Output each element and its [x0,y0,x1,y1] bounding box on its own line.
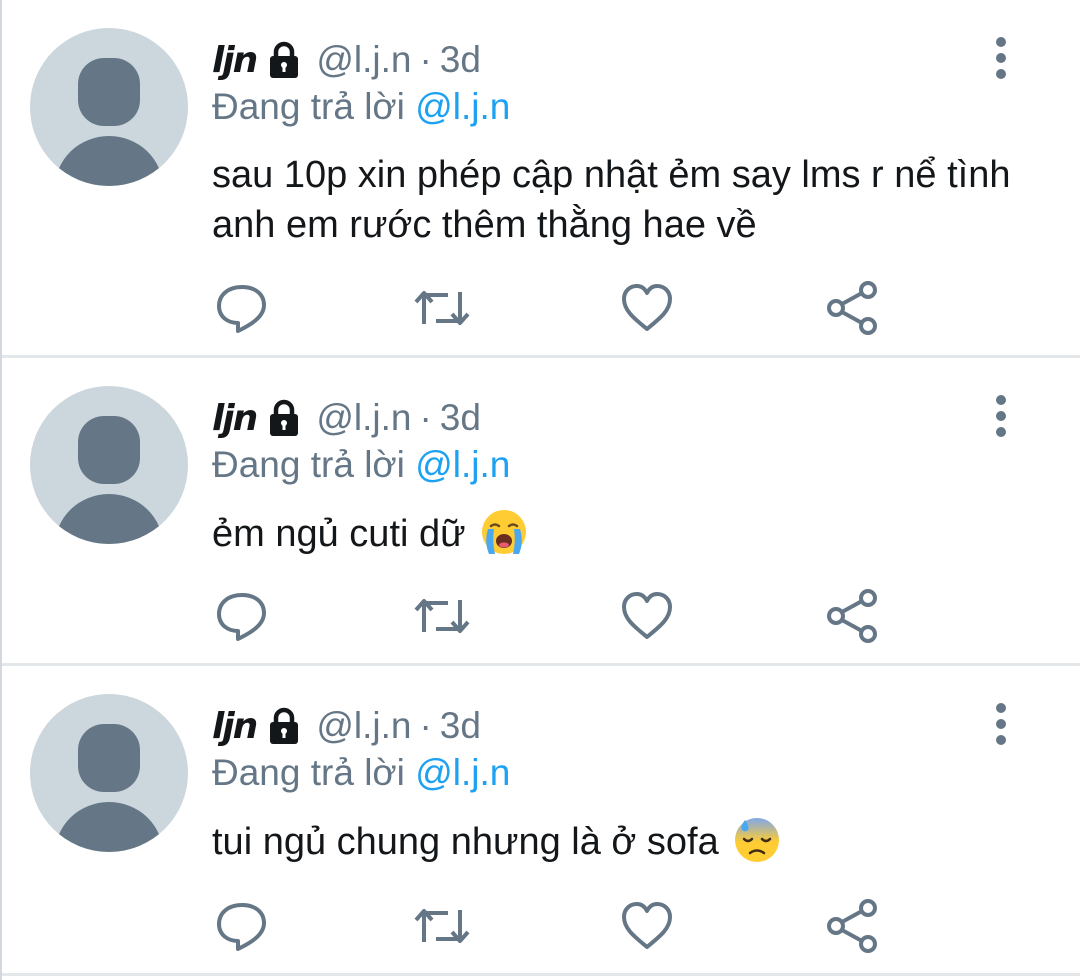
separator-dot: · [419,39,432,80]
share-icon[interactable] [822,278,882,338]
action-bar [212,278,892,338]
user-handle[interactable]: @l.j.n [316,39,411,81]
user-handle[interactable]: @l.j.n [316,705,411,747]
display-name[interactable]: ljn [212,706,258,747]
lock-icon [264,40,304,80]
tweet[interactable]: ljn @l.j.n · 3d Đang trả lời @l.j [2,666,1080,976]
tweet-header: ljn @l.j.n · 3d [212,702,481,750]
separator-dot: · [419,705,432,746]
replying-to-handle[interactable]: @l.j.n [415,752,510,793]
replying-to-label: Đang trả lời [212,444,405,485]
lock-icon [264,398,304,438]
default-avatar-icon [55,416,163,544]
tweet-text-content: tui ngủ chung nhưng là ở sofa [212,821,719,863]
display-name[interactable]: ljn [212,40,258,81]
tweet-text-content: sau 10p xin phép cập nhật ẻm say lms r n… [212,154,1011,246]
avatar[interactable] [30,386,188,544]
share-icon[interactable] [822,896,882,956]
replying-to-label: Đang trả lời [212,752,405,793]
avatar[interactable] [30,28,188,186]
more-vertical-icon[interactable] [987,36,1015,80]
separator-dot: · [419,397,432,438]
default-avatar-icon [55,58,163,186]
share-icon[interactable] [822,586,882,646]
heart-icon[interactable] [617,278,677,338]
reply-icon[interactable] [212,896,272,956]
display-name[interactable]: ljn [212,398,258,439]
reply-icon[interactable] [212,586,272,646]
downcast-face-with-sweat-icon [733,816,781,864]
tweet-text-content: ẻm ngủ cuti dữ [212,513,466,555]
more-vertical-icon[interactable] [987,702,1015,746]
action-bar [212,896,892,956]
tweet-text: tui ngủ chung nhưng là ở sofa [212,816,1032,867]
avatar[interactable] [30,694,188,852]
lock-icon [264,706,304,746]
more-vertical-icon[interactable] [987,394,1015,438]
replying-to-label: Đang trả lời [212,86,405,127]
replying-to-handle[interactable]: @l.j.n [415,86,510,127]
replying-to: Đang trả lời @l.j.n [212,752,510,794]
timestamp[interactable]: 3d [440,705,481,747]
tweet-header: ljn @l.j.n · 3d [212,36,481,84]
default-avatar-icon [55,724,163,852]
tweet[interactable]: ljn @l.j.n · 3d Đang trả lời @l.j [2,0,1080,358]
tweet[interactable]: ljn @l.j.n · 3d Đang trả lời @l.j [2,358,1080,666]
timestamp[interactable]: 3d [440,397,481,439]
heart-icon[interactable] [617,896,677,956]
tweet-feed: ljn @l.j.n · 3d Đang trả lời @l.j.n sau … [0,0,1080,980]
heart-icon[interactable] [617,586,677,646]
tweet-text: sau 10p xin phép cập nhật ẻm say lms r n… [212,150,1032,250]
tweet-text: ẻm ngủ cuti dữ [212,508,1032,559]
retweet-icon[interactable] [412,896,472,956]
replying-to: Đang trả lời @l.j.n [212,86,510,128]
replying-to: Đang trả lời @l.j.n [212,444,510,486]
loudly-crying-face-icon [480,508,528,556]
replying-to-handle[interactable]: @l.j.n [415,444,510,485]
retweet-icon[interactable] [412,278,472,338]
reply-icon[interactable] [212,278,272,338]
tweet-header: ljn @l.j.n · 3d [212,394,481,442]
timestamp[interactable]: 3d [440,39,481,81]
user-handle[interactable]: @l.j.n [316,397,411,439]
action-bar [212,586,892,646]
retweet-icon[interactable] [412,586,472,646]
